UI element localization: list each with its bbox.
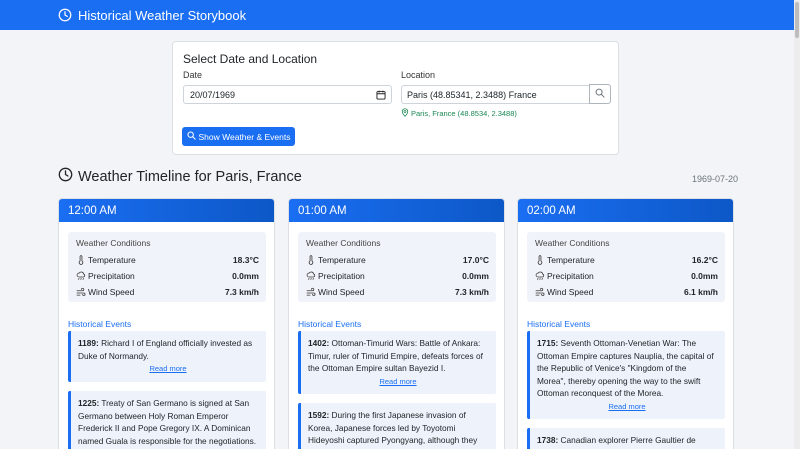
event-text: During the first Japanese invasion of Ko… (308, 410, 478, 445)
search-icon (595, 85, 605, 103)
events-title: Historical Events (527, 319, 591, 329)
timeline-date: 1969-07-20 (692, 174, 739, 184)
scrollbar-thumb[interactable] (795, 2, 799, 38)
hour-label: 12:00 AM (59, 199, 274, 222)
wind-label: Wind Speed (318, 287, 365, 297)
event-text: Seventh Ottoman-Venetian War: The Ottoma… (537, 338, 714, 398)
event-item: 1738: Canadian explorer Pierre Gaultier … (527, 428, 725, 449)
event-text: Canadian explorer Pierre Gaultier de (560, 435, 696, 445)
temperature-value: 17.0°C (462, 255, 489, 265)
wind-value: 7.3 km/h (224, 287, 259, 297)
hour-card: 02:00 AM Weather Conditions Temperature … (517, 198, 734, 449)
temperature-value: 16.2°C (691, 255, 718, 265)
brand-title[interactable]: Historical Weather Storybook (78, 8, 246, 23)
event-text: Treaty of San Germano is signed at San G… (78, 398, 257, 446)
location-label: Location (401, 70, 436, 80)
wind-row: Wind Speed 7.3 km/h (76, 286, 259, 298)
clock-icon (58, 8, 72, 22)
cloud-rain-icon (76, 271, 86, 281)
event-text: Ottoman-Timurid Wars: Battle of Ankara: … (308, 338, 483, 373)
show-weather-label: Show Weather & Events (198, 131, 291, 142)
read-more-link[interactable]: Read more (78, 363, 258, 376)
timeline-header: Weather Timeline for Paris, France (58, 167, 302, 187)
navbar: Historical Weather Storybook (0, 0, 794, 30)
weather-conditions: Weather Conditions Temperature 16.2°C Pr… (527, 232, 725, 302)
hour-label: 01:00 AM (289, 199, 504, 222)
wind-value: 6.1 km/h (683, 287, 718, 297)
wind-icon (306, 287, 316, 297)
form-title: Select Date and Location (183, 52, 318, 66)
event-year: 1225: (78, 398, 100, 408)
conditions-title: Weather Conditions (76, 238, 151, 248)
temperature-value: 18.3°C (232, 255, 259, 265)
temperature-label: Temperature (318, 255, 366, 265)
event-item: 1592: During the first Japanese invasion… (298, 403, 496, 449)
event-item: 1225: Treaty of San Germano is signed at… (68, 391, 266, 449)
temperature-row: Temperature 16.2°C (535, 254, 718, 266)
precipitation-row: Precipitation 0.0mm (76, 270, 259, 282)
hour-card: 01:00 AM Weather Conditions Temperature … (288, 198, 505, 449)
hour-card: 12:00 AM Weather Conditions Temperature … (58, 198, 275, 449)
event-year: 1715: (537, 338, 559, 348)
event-text: Richard I of England officially invested… (78, 338, 253, 361)
precipitation-row: Precipitation 0.0mm (306, 270, 489, 282)
precipitation-label: Precipitation (547, 271, 594, 281)
location-hint-text: Paris, France (48.8534, 2.3488) (411, 109, 517, 118)
temperature-row: Temperature 18.3°C (76, 254, 259, 266)
clock-icon (58, 167, 73, 187)
event-item: 1402: Ottoman-Timurid Wars: Battle of An… (298, 331, 496, 394)
event-year: 1738: (537, 435, 559, 445)
map-pin-icon (401, 108, 409, 119)
location-value: Paris (48.85341, 2.3488) France (407, 89, 537, 100)
wind-label: Wind Speed (88, 287, 135, 297)
precipitation-label: Precipitation (88, 271, 135, 281)
conditions-title: Weather Conditions (306, 238, 381, 248)
cloud-rain-icon (306, 271, 316, 281)
precipitation-value: 0.0mm (691, 271, 718, 281)
events-title: Historical Events (298, 319, 362, 329)
events-title: Historical Events (68, 319, 132, 329)
precipitation-value: 0.0mm (232, 271, 259, 281)
weather-conditions: Weather Conditions Temperature 18.3°C Pr… (68, 232, 266, 302)
thermometer-icon (535, 255, 545, 265)
cloud-rain-icon (535, 271, 545, 281)
location-hint: Paris, France (48.8534, 2.3488) (401, 108, 517, 119)
location-search-button[interactable] (589, 84, 611, 104)
date-input[interactable]: 20/07/1969 (183, 85, 392, 104)
search-icon (186, 131, 196, 142)
precipitation-label: Precipitation (318, 271, 365, 281)
wind-label: Wind Speed (547, 287, 594, 297)
temperature-label: Temperature (88, 255, 136, 265)
temperature-row: Temperature 17.0°C (306, 254, 489, 266)
read-more-link[interactable]: Read more (537, 401, 717, 414)
wind-row: Wind Speed 7.3 km/h (306, 286, 489, 298)
event-year: 1189: (78, 338, 99, 348)
event-year: 1402: (308, 338, 330, 348)
thermometer-icon (76, 255, 86, 265)
weather-conditions: Weather Conditions Temperature 17.0°C Pr… (298, 232, 496, 302)
read-more-link[interactable]: Read more (308, 376, 488, 389)
thermometer-icon (306, 255, 316, 265)
hour-label: 02:00 AM (518, 199, 733, 222)
wind-value: 7.3 km/h (454, 287, 489, 297)
temperature-label: Temperature (547, 255, 595, 265)
show-weather-button[interactable]: Show Weather & Events (182, 127, 295, 146)
conditions-title: Weather Conditions (535, 238, 610, 248)
event-item: 1189: Richard I of England officially in… (68, 331, 266, 382)
date-location-form: Select Date and Location Date 20/07/1969… (172, 41, 619, 155)
wind-icon (76, 287, 86, 297)
calendar-icon[interactable] (376, 90, 386, 100)
precipitation-row: Precipitation 0.0mm (535, 270, 718, 282)
wind-row: Wind Speed 6.1 km/h (535, 286, 718, 298)
wind-icon (535, 287, 545, 297)
event-year: 1592: (308, 410, 330, 420)
event-item: 1715: Seventh Ottoman-Venetian War: The … (527, 331, 725, 419)
page-scrollbar[interactable] (794, 0, 800, 449)
timeline-title: Weather Timeline for Paris, France (78, 169, 302, 185)
location-input[interactable]: Paris (48.85341, 2.3488) France (401, 85, 589, 104)
date-label: Date (183, 70, 203, 80)
date-value: 20/07/1969 (190, 89, 236, 100)
precipitation-value: 0.0mm (462, 271, 489, 281)
